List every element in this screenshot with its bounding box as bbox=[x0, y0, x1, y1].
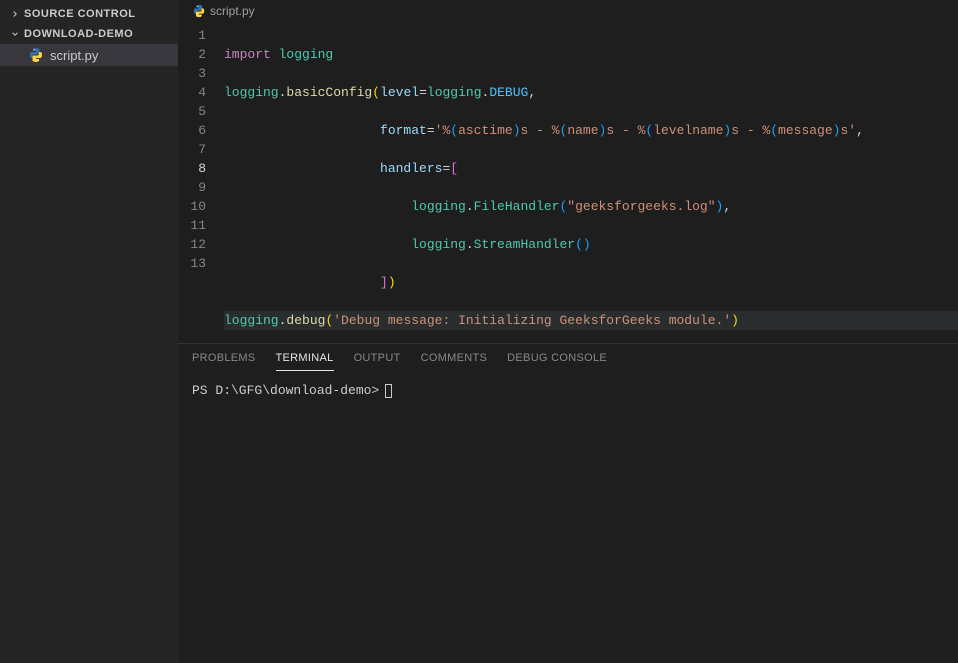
sidebar-file-label: script.py bbox=[50, 48, 98, 63]
tab-problems[interactable]: PROBLEMS bbox=[192, 352, 256, 371]
line-number: 10 bbox=[178, 197, 206, 216]
line-number: 4 bbox=[178, 83, 206, 102]
line-gutter: 1 2 3 4 5 6 7 8 9 10 11 12 13 bbox=[178, 22, 224, 343]
bottom-panel: PROBLEMS TERMINAL OUTPUT COMMENTS DEBUG … bbox=[178, 343, 958, 663]
sidebar-section-source-control[interactable]: SOURCE CONTROL bbox=[0, 4, 178, 24]
tab-terminal[interactable]: TERMINAL bbox=[276, 352, 334, 371]
line-number: 3 bbox=[178, 64, 206, 83]
sidebar-file-script[interactable]: script.py bbox=[0, 44, 178, 66]
main-area: script.py 1 2 3 4 5 6 7 8 9 10 11 12 13 … bbox=[178, 0, 958, 663]
sidebar-section-download-demo[interactable]: DOWNLOAD-DEMO bbox=[0, 24, 178, 44]
code-line[interactable]: logging.FileHandler("geeksforgeeks.log")… bbox=[224, 197, 958, 216]
panel-tabs: PROBLEMS TERMINAL OUTPUT COMMENTS DEBUG … bbox=[178, 344, 958, 371]
code-line[interactable]: import logging bbox=[224, 45, 958, 64]
code-line[interactable]: ]) bbox=[224, 273, 958, 292]
code-line[interactable]: logging.StreamHandler() bbox=[224, 235, 958, 254]
line-number: 5 bbox=[178, 102, 206, 121]
line-number: 1 bbox=[178, 26, 206, 45]
code-line[interactable]: handlers=[ bbox=[224, 159, 958, 178]
breadcrumb[interactable]: script.py bbox=[178, 0, 958, 22]
line-number: 7 bbox=[178, 140, 206, 159]
tab-comments[interactable]: COMMENTS bbox=[421, 352, 488, 371]
chevron-right-icon bbox=[8, 9, 22, 19]
code-line[interactable]: logging.debug('Debug message: Initializi… bbox=[224, 311, 958, 330]
terminal-cursor-icon bbox=[385, 384, 392, 398]
code-line[interactable]: format='%(asctime)s - %(name)s - %(level… bbox=[224, 121, 958, 140]
python-file-icon bbox=[192, 4, 206, 18]
code-editor[interactable]: 1 2 3 4 5 6 7 8 9 10 11 12 13 import log… bbox=[178, 22, 958, 343]
code-content[interactable]: import logging logging.basicConfig(level… bbox=[224, 22, 958, 343]
breadcrumb-file: script.py bbox=[210, 4, 255, 18]
sidebar: SOURCE CONTROL DOWNLOAD-DEMO script.py bbox=[0, 0, 178, 663]
line-number: 11 bbox=[178, 216, 206, 235]
line-number: 2 bbox=[178, 45, 206, 64]
terminal-prompt: PS D:\GFG\download-demo> bbox=[192, 383, 379, 398]
line-number: 12 bbox=[178, 235, 206, 254]
code-line[interactable]: logging.basicConfig(level=logging.DEBUG, bbox=[224, 83, 958, 102]
terminal[interactable]: PS D:\GFG\download-demo> bbox=[178, 371, 958, 410]
chevron-down-icon bbox=[8, 29, 22, 39]
line-number: 13 bbox=[178, 254, 206, 273]
sidebar-section-label: DOWNLOAD-DEMO bbox=[24, 28, 133, 40]
line-number: 9 bbox=[178, 178, 206, 197]
python-file-icon bbox=[28, 47, 44, 63]
line-number: 8 bbox=[178, 159, 206, 178]
tab-output[interactable]: OUTPUT bbox=[354, 352, 401, 371]
sidebar-section-label: SOURCE CONTROL bbox=[24, 8, 136, 20]
line-number: 6 bbox=[178, 121, 206, 140]
tab-debug-console[interactable]: DEBUG CONSOLE bbox=[507, 352, 607, 371]
